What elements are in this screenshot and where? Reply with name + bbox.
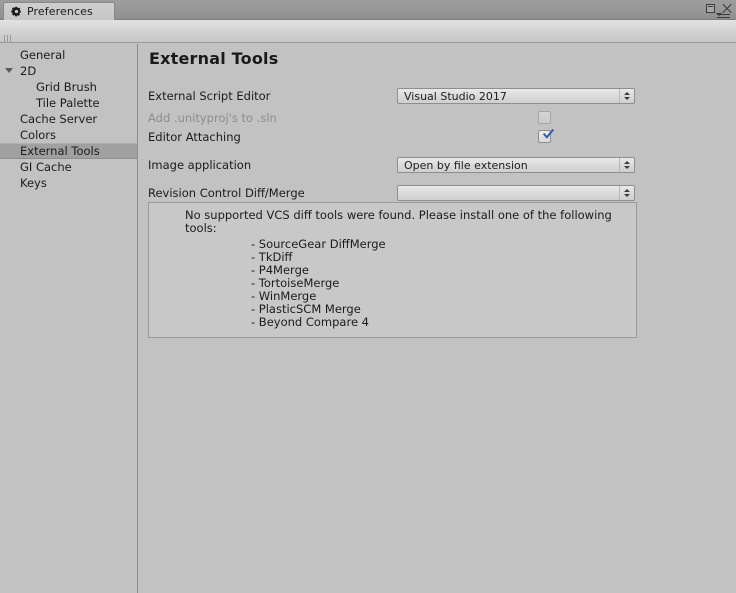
row-editor-attaching: Editor Attaching (139, 129, 736, 145)
dropdown-revision-control[interactable] (397, 185, 635, 201)
row-image-application: Image application Open by file extension (139, 157, 736, 173)
helpbox-no-vcs-tools: No supported VCS diff tools were found. … (148, 202, 637, 338)
sidebar-item-label: Cache Server (20, 112, 98, 126)
sidebar-item-label: General (20, 48, 66, 62)
sidebar-item-label: Tile Palette (36, 96, 100, 110)
chevron-updown-icon (619, 158, 633, 172)
sidebar-item-label: Colors (20, 128, 57, 142)
label-external-script-editor: External Script Editor (148, 89, 271, 103)
sidebar-item-cache-server[interactable]: Cache Server (0, 111, 137, 127)
dropdown-value: Visual Studio 2017 (404, 89, 507, 103)
helpbox-message: No supported VCS diff tools were found. … (185, 208, 612, 235)
list-item: - SourceGear DiffMerge (251, 237, 386, 251)
row-revision-control: Revision Control Diff/Merge (139, 185, 736, 201)
sidebar-item-general[interactable]: General (0, 47, 137, 63)
sidebar-item-grid-brush[interactable]: Grid Brush (0, 79, 137, 95)
sidebar-item-label: 2D (20, 64, 37, 78)
gear-icon (11, 6, 22, 17)
checkbox-editor-attaching[interactable] (538, 129, 554, 143)
label-add-unityproj: Add .unityproj's to .sln (148, 111, 277, 125)
list-item: - Beyond Compare 4 (251, 315, 369, 329)
sidebar-item-external-tools[interactable]: External Tools (0, 143, 137, 159)
preferences-window: Preferences General 2D Grid Brush Tile P… (0, 0, 736, 593)
page-title: External Tools (149, 49, 279, 68)
helpbox-tool-list: - SourceGear DiffMerge - TkDiff - P4Merg… (157, 238, 628, 329)
sidebar-item-keys[interactable]: Keys (0, 175, 137, 191)
tab-label: Preferences (27, 5, 93, 18)
settings-category-tree: General 2D Grid Brush Tile Palette Cache… (0, 44, 138, 593)
sidebar-item-label: Keys (20, 176, 47, 190)
toolbar (0, 20, 736, 61)
row-add-unityproj: Add .unityproj's to .sln (139, 110, 736, 126)
dropdown-image-application[interactable]: Open by file extension (397, 157, 635, 173)
checkbox-add-unityproj[interactable] (538, 111, 551, 124)
maximize-icon[interactable] (706, 4, 715, 13)
row-external-script-editor: External Script Editor Visual Studio 201… (139, 88, 736, 104)
sidebar-item-gi-cache[interactable]: GI Cache (0, 159, 137, 175)
label-editor-attaching: Editor Attaching (148, 130, 241, 144)
dropdown-value: Open by file extension (404, 158, 528, 172)
drag-handle-icon[interactable] (4, 35, 12, 43)
sidebar-item-label: GI Cache (20, 160, 72, 174)
dropdown-external-script-editor[interactable]: Visual Studio 2017 (397, 88, 635, 104)
tab-preferences[interactable]: Preferences (3, 2, 115, 20)
sidebar-item-label: Grid Brush (36, 80, 97, 94)
window-titlebar: Preferences (0, 0, 736, 20)
label-image-application: Image application (148, 158, 252, 172)
sidebar-item-colors[interactable]: Colors (0, 127, 137, 143)
label-revision-control: Revision Control Diff/Merge (148, 186, 305, 200)
checkmark-icon (541, 129, 554, 141)
chevron-updown-icon (619, 89, 633, 103)
foldout-triangle-icon[interactable] (5, 68, 13, 73)
settings-content-pane: External Tools External Script Editor Vi… (139, 44, 736, 593)
chevron-updown-icon (619, 186, 633, 200)
sidebar-item-2d[interactable]: 2D (0, 63, 137, 79)
sidebar-item-tile-palette[interactable]: Tile Palette (0, 95, 137, 111)
window-menu-icon[interactable] (716, 12, 731, 20)
sidebar-item-label: External Tools (20, 144, 100, 158)
